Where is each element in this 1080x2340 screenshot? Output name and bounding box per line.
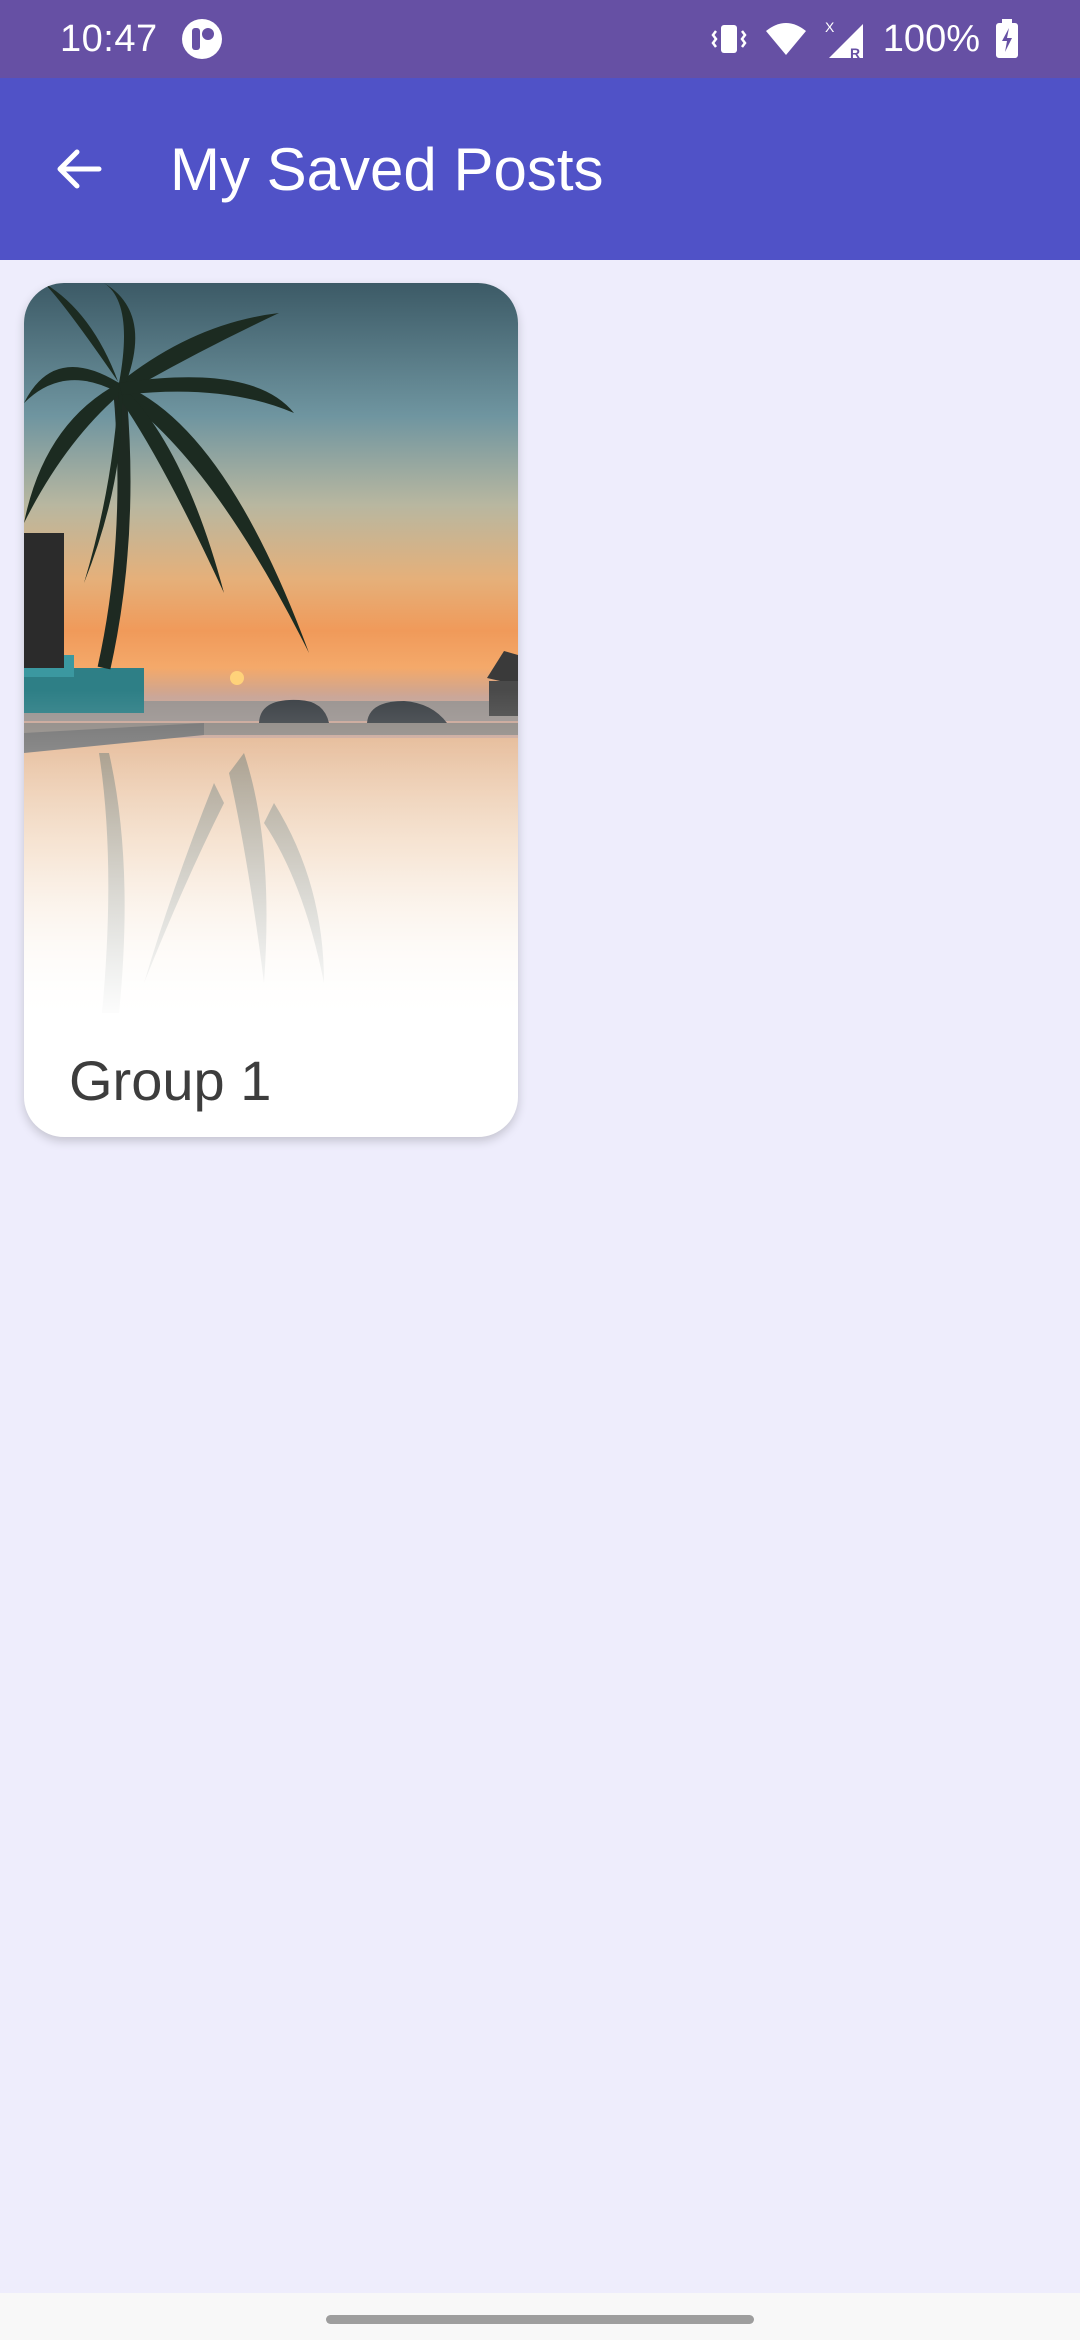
status-bar: 10:47 X R 100% bbox=[0, 0, 1080, 78]
cellular-signal-icon: X R bbox=[825, 19, 863, 60]
group-cover-image bbox=[24, 283, 518, 1023]
battery-charging-icon bbox=[996, 19, 1018, 58]
page-title: My Saved Posts bbox=[170, 135, 604, 203]
group-card[interactable]: Group 1 bbox=[24, 283, 518, 1137]
group-name: Group 1 bbox=[69, 1049, 272, 1112]
vibrate-icon bbox=[711, 25, 747, 53]
back-button[interactable] bbox=[24, 114, 134, 224]
navigation-bar bbox=[0, 2293, 1080, 2340]
battery-percent: 100% bbox=[882, 17, 980, 60]
roaming-label: X bbox=[825, 19, 835, 35]
arrow-back-icon bbox=[57, 149, 102, 189]
app-notification-icon bbox=[181, 19, 222, 59]
network-label: R bbox=[850, 45, 860, 60]
home-gesture-handle[interactable] bbox=[326, 2315, 754, 2324]
wifi-icon bbox=[765, 23, 806, 55]
saved-groups-grid: Group 1 bbox=[24, 283, 518, 1137]
status-icons: X R 100% bbox=[709, 18, 1020, 61]
status-time: 10:47 bbox=[60, 17, 158, 60]
app-bar: My Saved Posts bbox=[0, 78, 1080, 260]
